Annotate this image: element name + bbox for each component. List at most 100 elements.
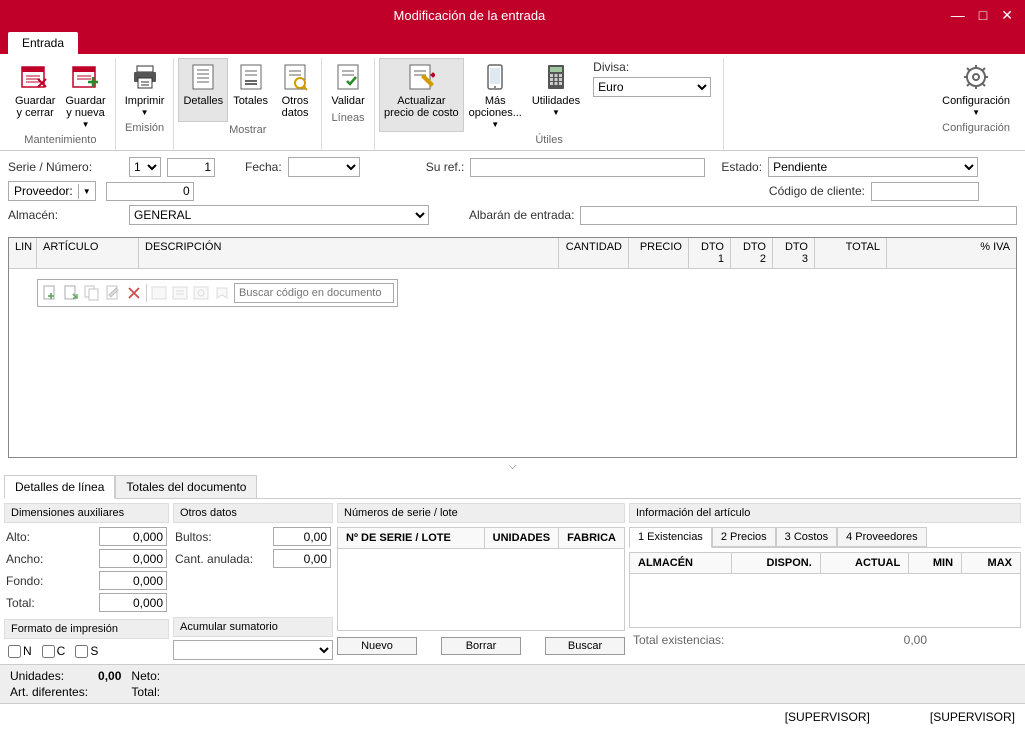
expander-icon[interactable]: ⌵ xyxy=(0,460,1025,473)
col-fabrica[interactable]: FABRICA xyxy=(559,528,625,549)
grid-col-dto2[interactable]: DTO 2 xyxy=(731,238,773,268)
save-close-button[interactable]: Guardar y cerrar xyxy=(10,58,60,132)
totals-button[interactable]: Totales xyxy=(228,58,273,122)
total-exist-value: 0,00 xyxy=(904,633,927,647)
other-data-button[interactable]: Otros datos xyxy=(273,58,317,122)
save-new-icon xyxy=(70,61,102,93)
col-dispon[interactable]: DISPON. xyxy=(732,553,820,574)
tool-a-icon[interactable] xyxy=(150,284,168,302)
grid-col-cantidad[interactable]: CANTIDAD xyxy=(559,238,629,268)
col-unidades[interactable]: UNIDADES xyxy=(484,528,558,549)
estado-select[interactable]: Pendiente xyxy=(768,157,978,177)
checkbox-n[interactable]: N xyxy=(8,644,32,658)
details-button[interactable]: Detalles xyxy=(178,58,228,122)
footer-supervisor-2: [SUPERVISOR] xyxy=(930,710,1015,724)
new-row-icon[interactable] xyxy=(41,284,59,302)
grid-col-dto3[interactable]: DTO 3 xyxy=(773,238,815,268)
tool-c-icon[interactable] xyxy=(192,284,210,302)
bottom-tabs: Detalles de línea Totales del documento xyxy=(4,475,1021,499)
grid-col-descripcion[interactable]: DESCRIPCIÓN xyxy=(139,238,559,268)
serie-select[interactable]: 1 xyxy=(129,157,161,177)
tool-b-icon[interactable] xyxy=(171,284,189,302)
printer-icon xyxy=(129,61,161,93)
grid-col-lin[interactable]: LIN xyxy=(9,238,37,268)
more-options-button[interactable]: Más opciones... ▼ xyxy=(464,58,527,132)
mobile-icon xyxy=(479,61,511,93)
status-unidades-value: 0,00 xyxy=(98,669,121,683)
su-ref-input[interactable] xyxy=(470,158,705,177)
col-actual[interactable]: ACTUAL xyxy=(820,553,908,574)
borrar-button[interactable]: Borrar xyxy=(441,637,521,655)
config-button[interactable]: Configuración ▼ xyxy=(937,58,1015,120)
fecha-select[interactable] xyxy=(288,157,360,177)
col-max[interactable]: MAX xyxy=(962,553,1021,574)
tab-costos[interactable]: 3 Costos xyxy=(776,527,837,547)
proveedor-input[interactable] xyxy=(106,182,194,201)
edit-row-icon[interactable] xyxy=(104,284,122,302)
grid-col-dto1[interactable]: DTO 1 xyxy=(689,238,731,268)
tab-precios[interactable]: 2 Precios xyxy=(712,527,776,547)
ribbon-group-emision: Imprimir ▼ Emisión xyxy=(116,58,175,150)
tab-detalles-linea[interactable]: Detalles de línea xyxy=(4,475,115,499)
statusbar: Unidades: 0,00 Art. diferentes: Neto: To… xyxy=(0,664,1025,703)
footer-supervisor-1: [SUPERVISOR] xyxy=(785,710,870,724)
ancho-input[interactable] xyxy=(99,549,167,568)
tab-entrada[interactable]: Entrada xyxy=(8,32,78,54)
total-dim-input[interactable] xyxy=(99,593,167,612)
proveedor-dropdown[interactable]: ▼ xyxy=(78,184,95,199)
tab-existencias[interactable]: 1 Existencias xyxy=(629,527,712,548)
grid-col-articulo[interactable]: ARTÍCULO xyxy=(37,238,139,268)
update-price-icon xyxy=(405,61,437,93)
update-price-button[interactable]: Actualizar precio de costo xyxy=(379,58,464,132)
nuevo-button[interactable]: Nuevo xyxy=(337,637,417,655)
tab-proveedores[interactable]: 4 Proveedores xyxy=(837,527,927,547)
totals-icon xyxy=(235,61,267,93)
col-min[interactable]: MIN xyxy=(909,553,962,574)
currency-group: Divisa: Euro xyxy=(585,58,719,132)
col-almacen[interactable]: ALMACÉN xyxy=(630,553,732,574)
col-serie[interactable]: Nº DE SERIE / LOTE xyxy=(338,528,485,549)
panel-dimensiones: Dimensiones auxiliares Alto: Ancho: Fond… xyxy=(4,503,169,660)
footerbar: [SUPERVISOR] [SUPERVISOR] xyxy=(0,703,1025,730)
insert-row-icon[interactable] xyxy=(62,284,80,302)
tool-d-icon[interactable] xyxy=(213,284,231,302)
checkbox-s[interactable]: S xyxy=(75,644,98,658)
bultos-input[interactable] xyxy=(273,527,331,546)
validate-button[interactable]: Validar xyxy=(326,58,370,110)
grid-col-precio[interactable]: PRECIO xyxy=(629,238,689,268)
almacen-select[interactable]: GENERAL xyxy=(129,205,429,225)
dropdown-arrow-icon: ▼ xyxy=(552,108,560,117)
dropdown-arrow-icon: ▼ xyxy=(82,120,90,129)
grid-col-iva[interactable]: % IVA xyxy=(887,238,1016,268)
currency-select[interactable]: Euro xyxy=(593,77,711,97)
tab-totales-documento[interactable]: Totales del documento xyxy=(115,475,257,498)
panel-header-otros: Otros datos xyxy=(173,503,333,523)
numero-input[interactable] xyxy=(167,158,215,177)
utilities-button[interactable]: Utilidades ▼ xyxy=(527,58,585,132)
grid-body[interactable] xyxy=(9,269,1016,457)
codigo-cliente-input[interactable] xyxy=(871,182,979,201)
buscar-button[interactable]: Buscar xyxy=(545,637,625,655)
delete-row-icon[interactable] xyxy=(125,284,143,302)
maximize-button[interactable]: □ xyxy=(979,7,987,24)
grid-toolbar xyxy=(37,279,398,307)
alto-input[interactable] xyxy=(99,527,167,546)
minimize-button[interactable]: — xyxy=(951,7,965,24)
print-button[interactable]: Imprimir ▼ xyxy=(120,58,170,120)
grid-col-total[interactable]: TOTAL xyxy=(815,238,887,268)
cant-anulada-input[interactable] xyxy=(273,549,331,568)
acumular-select[interactable] xyxy=(173,640,333,660)
fecha-label: Fecha: xyxy=(245,160,282,174)
copy-row-icon[interactable] xyxy=(83,284,101,302)
save-new-button[interactable]: Guardar y nueva ▼ xyxy=(60,58,110,132)
ribbon: Guardar y cerrar Guardar y nueva ▼ Mante… xyxy=(0,54,1025,151)
albaran-input[interactable] xyxy=(580,206,1017,225)
grid-search-input[interactable] xyxy=(234,283,394,303)
fondo-input[interactable] xyxy=(99,571,167,590)
checkbox-c[interactable]: C xyxy=(42,644,66,658)
close-button[interactable]: ✕ xyxy=(1001,7,1013,24)
total-exist-label: Total existencias: xyxy=(633,633,724,647)
proveedor-label: Proveedor: xyxy=(9,182,78,200)
dropdown-arrow-icon: ▼ xyxy=(972,108,980,117)
ribbon-group-lineas: Validar Líneas xyxy=(322,58,375,150)
